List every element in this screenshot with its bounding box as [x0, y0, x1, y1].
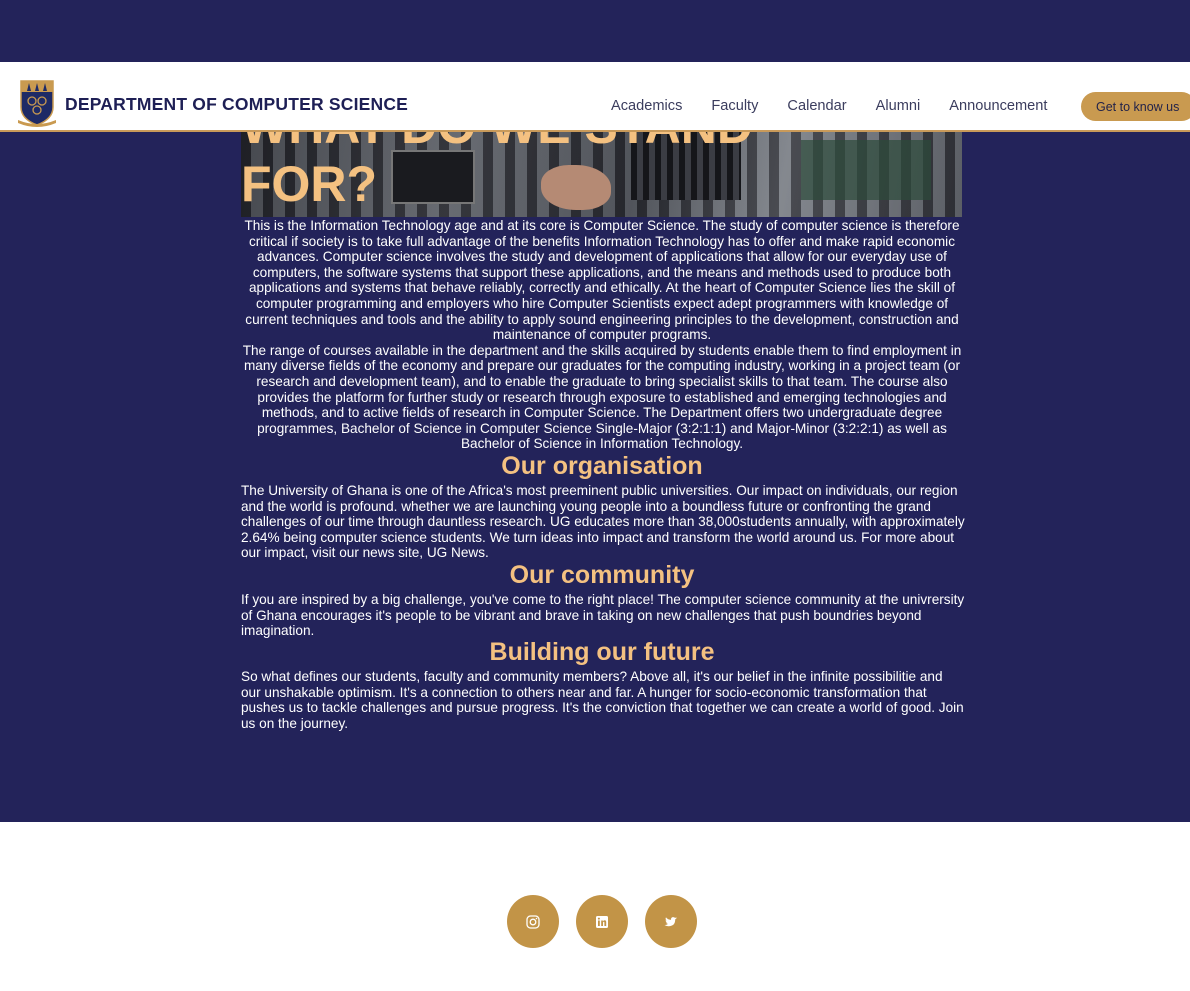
site-header: DEPARTMENT OF COMPUTER SCIENCE Academics…	[0, 62, 1190, 132]
intro-paragraph: The range of courses available in the de…	[242, 342, 962, 452]
get-to-know-us-button[interactable]: Get to know us	[1081, 92, 1190, 121]
section-body-community: If you are inspired by a big challenge, …	[241, 592, 965, 639]
linkedin-icon	[596, 915, 608, 928]
nav-item-academics[interactable]: Academics	[611, 98, 682, 114]
instagram-button[interactable]	[507, 895, 559, 948]
instagram-icon	[526, 914, 540, 929]
nav-item-calendar[interactable]: Calendar	[787, 98, 846, 114]
nav-item-faculty[interactable]: Faculty	[711, 98, 758, 114]
main-nav: Academics Faculty Calendar Alumni Announ…	[611, 98, 1076, 114]
department-title[interactable]: DEPARTMENT OF COMPUTER SCIENCE	[65, 94, 408, 115]
nav-item-announcement[interactable]: Announcement	[949, 98, 1047, 114]
university-crest-logo[interactable]	[18, 79, 56, 127]
twitter-button[interactable]	[645, 895, 697, 948]
section-heading-future: Building our future	[489, 638, 715, 666]
intro-paragraph: This is the Information Technology age a…	[244, 218, 960, 343]
linkedin-button[interactable]	[576, 895, 628, 948]
section-heading-community: Our community	[509, 561, 695, 589]
intro-text: This is the Information Technology age a…	[241, 218, 963, 452]
nav-item-alumni[interactable]: Alumni	[876, 98, 921, 114]
hero-title-line2: FOR?	[241, 156, 378, 212]
section-heading-organisation: Our organisation	[501, 452, 703, 480]
twitter-icon	[664, 916, 677, 926]
section-body-future: So what defines our students, faculty an…	[241, 669, 964, 731]
section-body-organisation: The University of Ghana is one of the Af…	[241, 483, 965, 561]
